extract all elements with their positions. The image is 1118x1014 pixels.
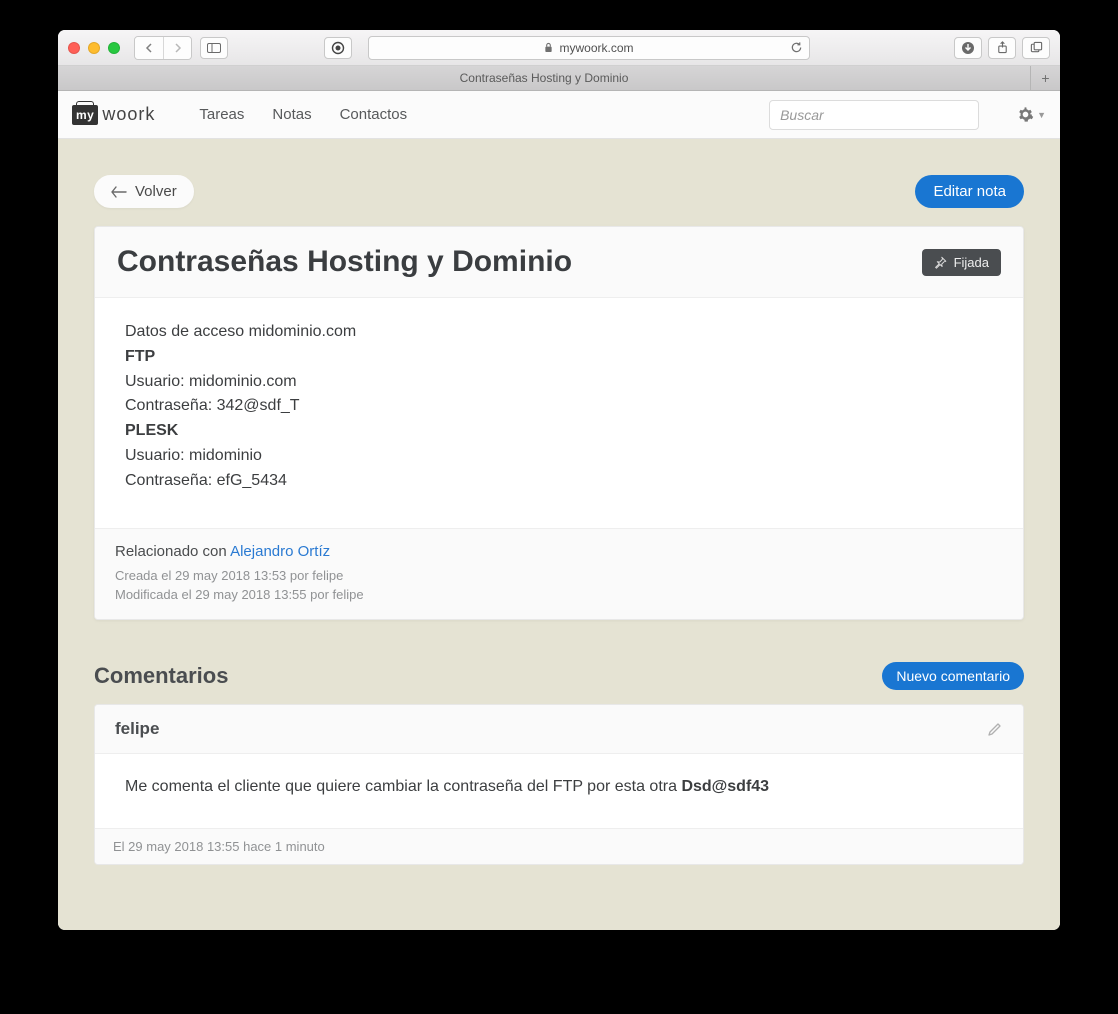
note-body: Datos de acceso midominio.com FTP Usuari… bbox=[95, 298, 1023, 528]
main-nav: Tareas Notas Contactos bbox=[199, 106, 407, 123]
privacy-shield-button[interactable] bbox=[324, 37, 352, 59]
nav-link-notas[interactable]: Notas bbox=[272, 106, 311, 123]
url-text: mywoork.com bbox=[559, 41, 633, 55]
comment-body: Me comenta el cliente que quiere cambiar… bbox=[95, 754, 1023, 828]
note-line: Contraseña: efG_5434 bbox=[125, 469, 993, 494]
address-bar[interactable]: mywoork.com bbox=[368, 36, 810, 60]
app-viewport: my woork Tareas Notas Contactos Buscar ▼ bbox=[58, 91, 1060, 930]
note-card-footer: Relacionado con Alejandro Ortíz Creada e… bbox=[95, 528, 1023, 619]
comment-timestamp: El 29 may 2018 13:55 hace 1 minuto bbox=[95, 828, 1023, 864]
safari-window: mywoork.com Contraseñas Hosting y Domini… bbox=[58, 30, 1060, 930]
pin-icon bbox=[934, 256, 947, 269]
page-toolbar: Volver Editar nota bbox=[94, 175, 1024, 208]
search-input[interactable]: Buscar bbox=[769, 100, 979, 130]
modified-meta: Modificada el 29 may 2018 13:55 por feli… bbox=[115, 585, 1003, 605]
note-line: Datos de acceso midominio.com bbox=[125, 320, 993, 345]
edit-comment-button[interactable] bbox=[987, 721, 1003, 737]
nav-back-forward bbox=[134, 36, 192, 60]
pencil-icon bbox=[987, 721, 1003, 737]
app-logo[interactable]: my woork bbox=[72, 104, 155, 125]
zoom-window-icon[interactable] bbox=[108, 42, 120, 54]
search-placeholder: Buscar bbox=[780, 107, 824, 123]
comment-head: felipe bbox=[95, 705, 1023, 754]
comment-card: felipe Me comenta el cliente que quiere … bbox=[94, 704, 1024, 865]
caret-down-icon: ▼ bbox=[1037, 110, 1046, 120]
reload-icon[interactable] bbox=[790, 41, 803, 54]
related-contact-link[interactable]: Alejandro Ortíz bbox=[230, 543, 330, 560]
logo-woork: woork bbox=[102, 104, 155, 125]
note-card-header: Contraseñas Hosting y Dominio Fijada bbox=[95, 227, 1023, 298]
lock-icon bbox=[544, 42, 553, 53]
note-title: Contraseñas Hosting y Dominio bbox=[117, 245, 572, 279]
related-row: Relacionado con Alejandro Ortíz bbox=[115, 543, 1003, 560]
comment-author: felipe bbox=[115, 719, 159, 739]
note-line: PLESK bbox=[125, 419, 993, 444]
page-body: Volver Editar nota Contraseñas Hosting y… bbox=[58, 139, 1060, 930]
note-line: FTP bbox=[125, 345, 993, 370]
nav-link-contactos[interactable]: Contactos bbox=[340, 106, 408, 123]
back-label: Volver bbox=[135, 183, 177, 200]
settings-menu-button[interactable]: ▼ bbox=[1017, 106, 1046, 123]
comment-text: Me comenta el cliente que quiere cambiar… bbox=[125, 778, 681, 795]
browser-tab[interactable]: Contraseñas Hosting y Dominio bbox=[58, 71, 1030, 85]
nav-link-tareas[interactable]: Tareas bbox=[199, 106, 244, 123]
gear-icon bbox=[1017, 106, 1034, 123]
pinned-badge[interactable]: Fijada bbox=[922, 249, 1001, 276]
browser-titlebar: mywoork.com bbox=[58, 30, 1060, 66]
note-line: Contraseña: 342@sdf_T bbox=[125, 394, 993, 419]
tabs-overview-button[interactable] bbox=[1022, 37, 1050, 59]
note-line: Usuario: midominio bbox=[125, 444, 993, 469]
window-controls bbox=[68, 42, 120, 54]
comments-header-row: Comentarios Nuevo comentario bbox=[94, 662, 1024, 690]
browser-right-toolbar bbox=[954, 37, 1050, 59]
comment-text-strong: Dsd@sdf43 bbox=[681, 778, 769, 795]
nav-forward-button[interactable] bbox=[163, 37, 191, 59]
comments-heading: Comentarios bbox=[94, 663, 228, 689]
back-button[interactable]: Volver bbox=[94, 175, 194, 208]
arrow-left-icon bbox=[111, 186, 127, 198]
app-header: my woork Tareas Notas Contactos Buscar ▼ bbox=[58, 91, 1060, 139]
related-prefix: Relacionado con bbox=[115, 543, 230, 560]
minimize-window-icon[interactable] bbox=[88, 42, 100, 54]
edit-note-button[interactable]: Editar nota bbox=[915, 175, 1024, 208]
created-meta: Creada el 29 may 2018 13:53 por felipe bbox=[115, 566, 1003, 586]
note-line: Usuario: midominio.com bbox=[125, 370, 993, 395]
browser-tabbar: Contraseñas Hosting y Dominio + bbox=[58, 66, 1060, 91]
share-button[interactable] bbox=[988, 37, 1016, 59]
pinned-label: Fijada bbox=[954, 255, 989, 270]
downloads-button[interactable] bbox=[954, 37, 982, 59]
logo-my: my bbox=[72, 105, 98, 125]
sidebar-toggle-button[interactable] bbox=[200, 37, 228, 59]
nav-back-button[interactable] bbox=[135, 37, 163, 59]
new-tab-button[interactable]: + bbox=[1030, 66, 1060, 90]
close-window-icon[interactable] bbox=[68, 42, 80, 54]
new-comment-button[interactable]: Nuevo comentario bbox=[882, 662, 1024, 690]
note-card: Contraseñas Hosting y Dominio Fijada Dat… bbox=[94, 226, 1024, 620]
